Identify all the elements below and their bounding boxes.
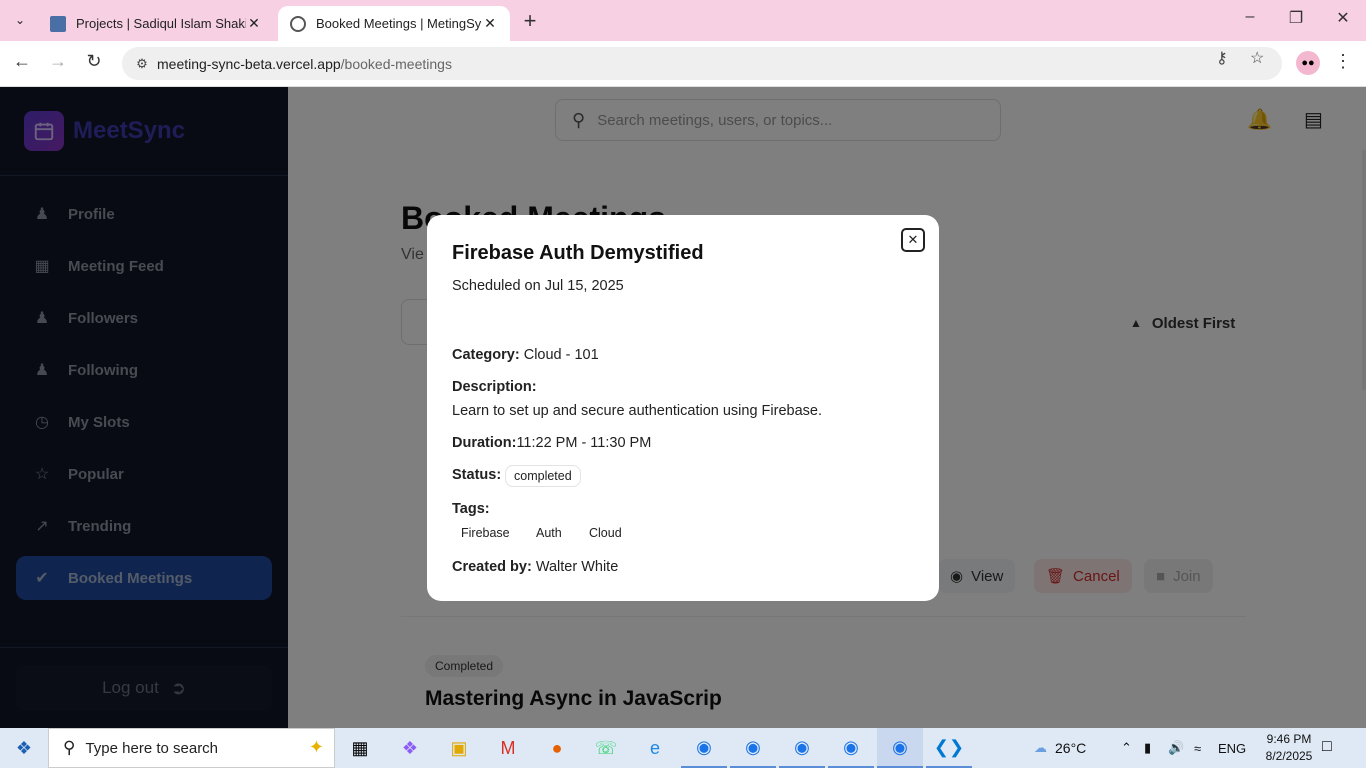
url-path: /booked-meetings <box>340 55 452 72</box>
internet-explorer-icon[interactable]: e <box>632 728 678 768</box>
tag-chip: Auth <box>536 526 562 540</box>
tab-search-chevron-icon[interactable]: ⌄ <box>8 9 32 31</box>
page-scrollbar[interactable] <box>1362 150 1366 390</box>
status-badge: completed <box>505 465 581 487</box>
volume-icon[interactable]: 🔊 <box>1168 728 1184 768</box>
cloud-icon: ☁ <box>1034 740 1047 755</box>
browser-tab-bar: ⌄ Projects | Sadiqul Islam Shakib ✕ Book… <box>0 0 1366 41</box>
taskbar-clock[interactable]: 9:46 PM 8/2/2025 <box>1254 731 1324 765</box>
firefox-icon[interactable]: ● <box>534 728 580 768</box>
show-hidden-icons-icon[interactable]: ⌃ <box>1121 728 1132 768</box>
key-icon[interactable]: ⚷ <box>1216 48 1228 68</box>
modal-created-by: Created by: Walter White <box>452 559 619 575</box>
file-explorer-icon[interactable]: ▣ <box>436 728 482 768</box>
forward-arrow-icon[interactable]: → <box>46 51 70 72</box>
search-icon: ⚲ <box>63 738 76 757</box>
weather-widget[interactable]: ☁ 26°C <box>1034 728 1086 768</box>
new-tab-button[interactable]: + <box>518 8 542 34</box>
close-tab-icon[interactable]: ✕ <box>482 15 498 32</box>
task-view-icon[interactable]: ▦ <box>337 728 383 768</box>
whatsapp-icon[interactable]: ☏ <box>583 728 629 768</box>
bookmark-star-icon[interactable]: ☆ <box>1250 48 1264 68</box>
close-tab-icon[interactable]: ✕ <box>246 15 262 32</box>
meeting-details-modal: ✕ Firebase Auth Demystified Scheduled on… <box>427 215 939 601</box>
browser-address-bar: ← → ↻ ⚙ meeting-sync-beta.vercel.app/boo… <box>0 41 1366 87</box>
modal-title: Firebase Auth Demystified <box>452 242 704 264</box>
vscode-icon[interactable]: ❮❯ <box>926 728 972 768</box>
notifications-icon[interactable]: □ <box>1322 738 1332 756</box>
modal-scheduled-date: Scheduled on Jul 15, 2025 <box>452 278 624 294</box>
browser-tab-booked-meetings[interactable]: Booked Meetings | MetingSync ✕ <box>278 6 510 41</box>
chrome-icon[interactable]: ◉ <box>779 728 825 768</box>
chrome-icon[interactable]: ◉ <box>730 728 776 768</box>
chrome-icon[interactable]: ◉ <box>877 728 923 768</box>
gmail-icon[interactable]: M <box>485 728 531 768</box>
minimize-icon[interactable]: – <box>1240 8 1260 26</box>
modal-category: Category: Cloud - 101 <box>452 347 599 363</box>
taskbar: ❖ ⚲ Type here to search ✦ ▦ ❖ ▣ M ● ☏ e … <box>0 728 1366 768</box>
back-arrow-icon[interactable]: ← <box>10 51 34 72</box>
globe-icon <box>290 15 306 32</box>
copilot-sparkle-icon: ✦ <box>308 737 324 757</box>
windows-start-icon[interactable]: ❖ <box>0 728 48 768</box>
close-icon[interactable]: ✕ <box>901 228 925 252</box>
browser-menu-icon[interactable]: ⋮ <box>1334 51 1352 72</box>
taskbar-search-input[interactable]: ⚲ Type here to search ✦ <box>48 728 335 768</box>
url-host: meeting-sync-beta.vercel.app <box>157 55 341 72</box>
restore-icon[interactable]: ❐ <box>1286 8 1306 28</box>
chrome-icon[interactable]: ◉ <box>828 728 874 768</box>
url-field[interactable]: ⚙ meeting-sync-beta.vercel.app/booked-me… <box>122 47 1282 80</box>
modal-description: Learn to set up and secure authenticatio… <box>452 403 822 419</box>
modal-status-label: Status: <box>452 467 502 483</box>
chrome-icon[interactable]: ◉ <box>681 728 727 768</box>
modal-duration: Duration:11:22 PM - 11:30 PM <box>452 435 652 451</box>
tag-chip: Firebase <box>461 526 510 540</box>
reload-icon[interactable]: ↻ <box>82 51 106 72</box>
tag-chip: Cloud <box>589 526 622 540</box>
copilot-icon[interactable]: ❖ <box>387 728 433 768</box>
modal-tags-label: Tags: <box>452 501 490 517</box>
site-settings-icon[interactable]: ⚙ <box>132 56 152 72</box>
profile-avatar[interactable]: ●● <box>1296 51 1320 75</box>
window-close-icon[interactable]: ✕ <box>1333 8 1353 28</box>
wifi-icon[interactable]: ≈ <box>1194 728 1201 768</box>
battery-icon[interactable]: ▮ <box>1144 728 1151 768</box>
modal-description-label: Description: <box>452 379 537 395</box>
browser-tab-projects[interactable]: Projects | Sadiqul Islam Shakib ✕ <box>38 6 274 41</box>
projects-favicon-icon <box>50 15 66 32</box>
language-indicator[interactable]: ENG <box>1218 728 1246 768</box>
